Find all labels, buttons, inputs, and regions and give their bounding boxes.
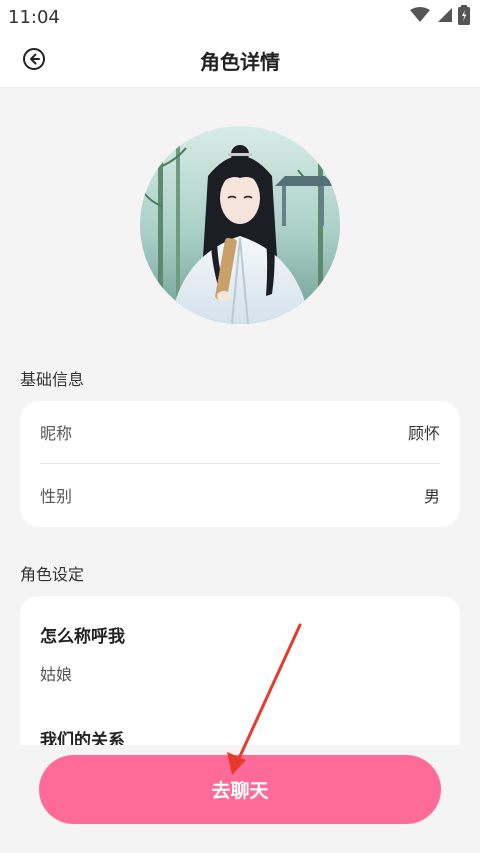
basic-info-card: 昵称 顾怀 性别 男 (20, 401, 460, 527)
wifi-icon (410, 6, 430, 28)
role-settings-card: 怎么称呼我 姑娘 我们的关系 (20, 596, 460, 745)
setting-title-relationship: 我们的关系 (40, 731, 125, 745)
basic-info-label: 基础信息 (20, 370, 85, 389)
status-bar: 11:04 (0, 0, 480, 34)
battery-icon (458, 4, 470, 30)
nickname-label: 昵称 (40, 424, 73, 443)
gender-value: 男 (423, 487, 440, 506)
gender-row: 性别 男 (40, 464, 440, 526)
go-chat-button[interactable]: 去聊天 (39, 755, 441, 824)
role-settings-label: 角色设定 (20, 565, 85, 584)
nickname-value: 顾怀 (407, 424, 440, 443)
detail-content[interactable]: 基础信息 昵称 顾怀 性别 男 角色设定 怎么称呼我 姑娘 我们的关系 (0, 88, 480, 745)
page-title: 角色详情 (200, 50, 280, 74)
status-icons (410, 4, 470, 30)
nickname-row: 昵称 顾怀 (40, 401, 440, 463)
back-arrow-circle-icon (22, 47, 46, 75)
signal-icon (436, 7, 452, 28)
back-button[interactable] (20, 47, 48, 75)
status-time: 11:04 (8, 6, 60, 28)
top-app-bar: 角色详情 (0, 34, 480, 88)
setting-value-how-to-call-me: 姑娘 (40, 665, 73, 684)
character-avatar (140, 126, 340, 324)
gender-label: 性别 (40, 487, 73, 506)
setting-title-how-to-call-me: 怎么称呼我 (40, 627, 125, 647)
